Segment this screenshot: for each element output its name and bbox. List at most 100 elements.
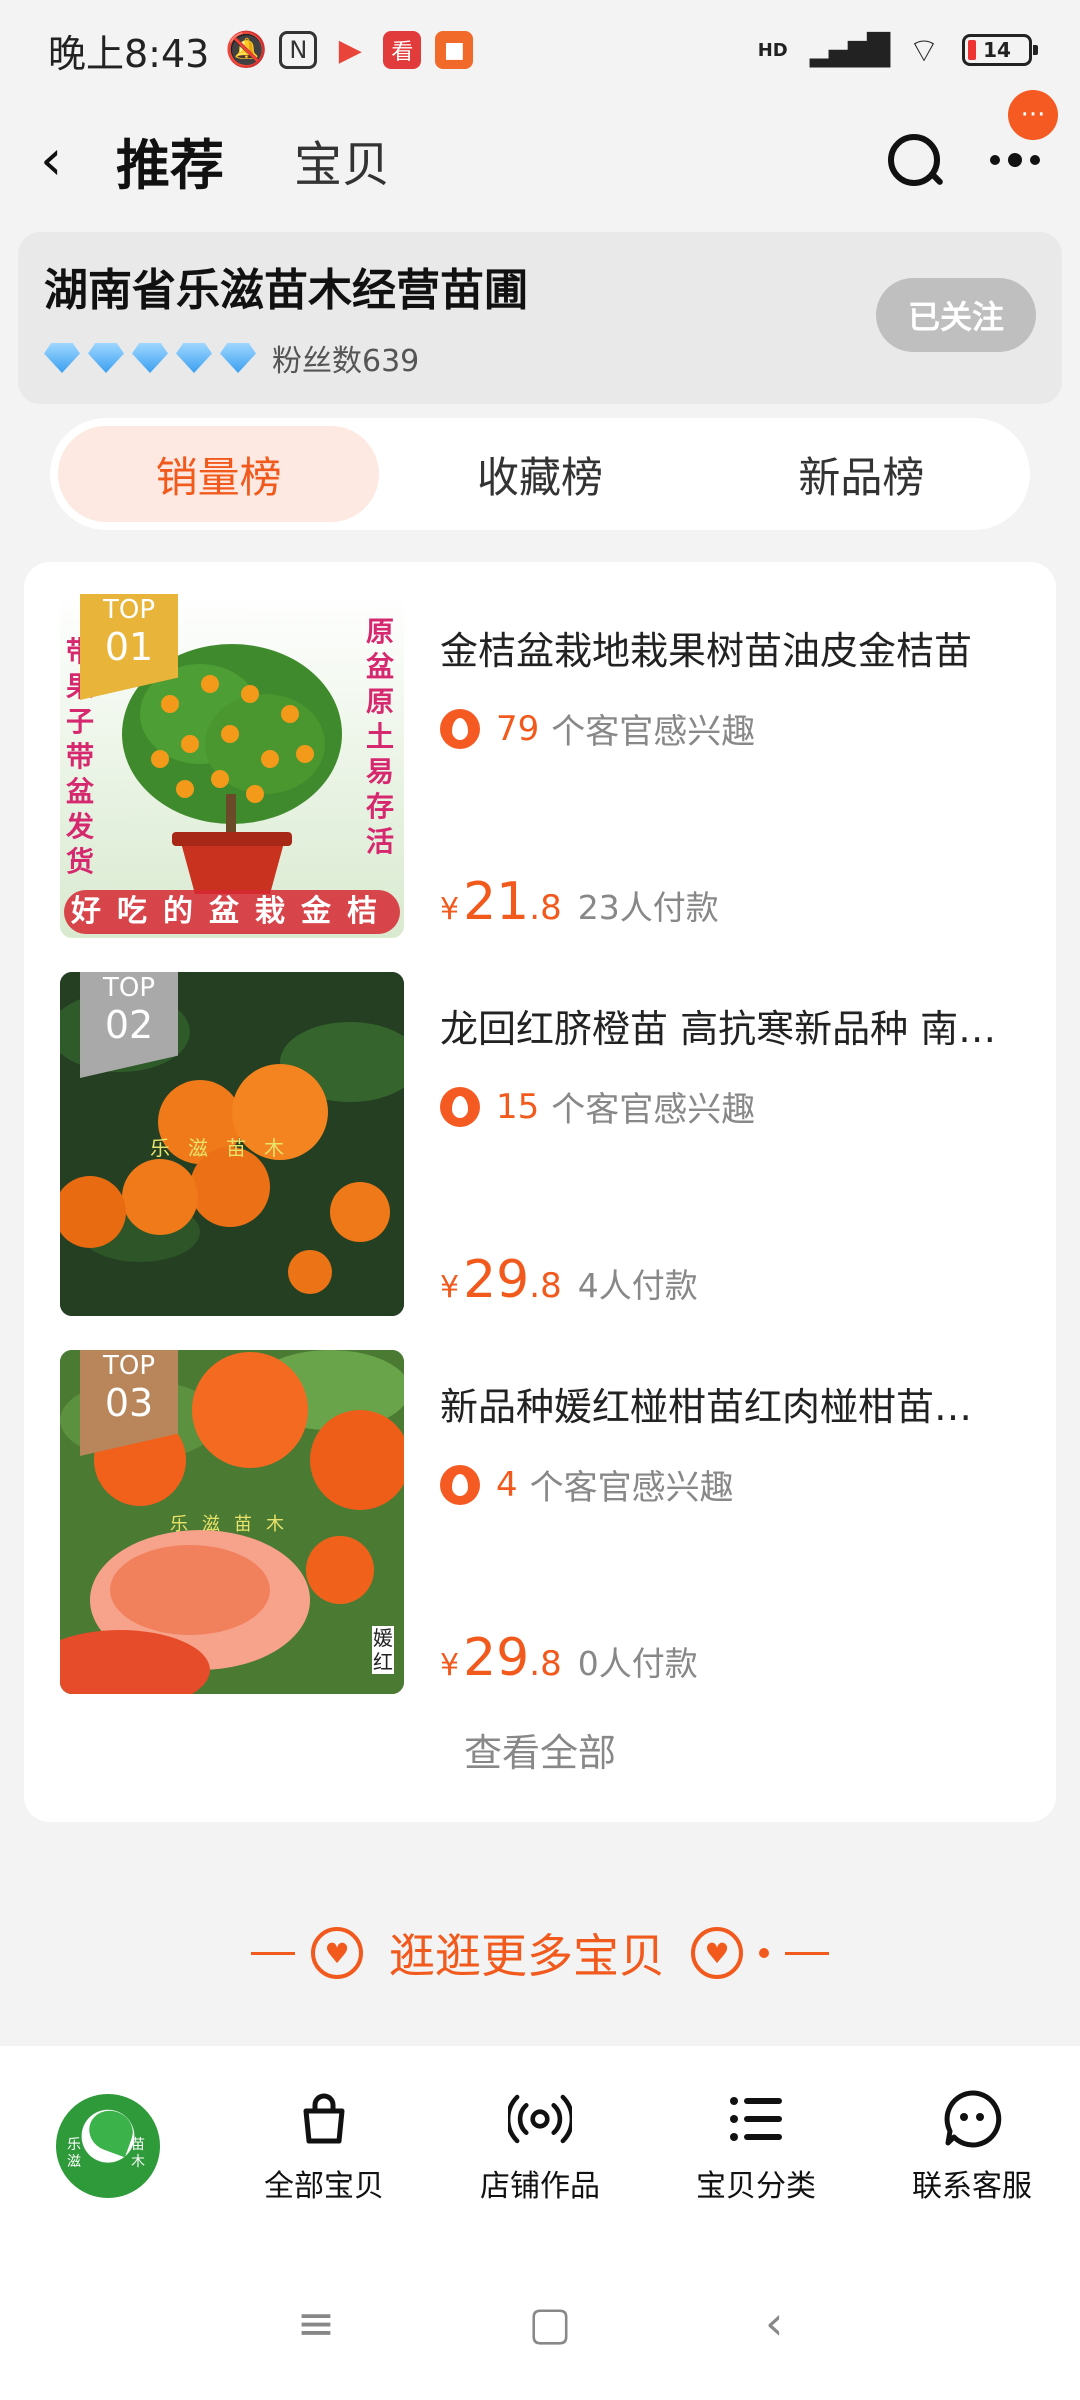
signal-icon: ▂▄▆█: [809, 32, 890, 68]
battery-level: 14: [983, 38, 1011, 62]
search-icon[interactable]: [888, 134, 940, 186]
interest-row: 15 个客官感兴趣: [440, 1082, 755, 1131]
chat-face-icon: [940, 2087, 1004, 2151]
logo-text-right: 苗木: [131, 2137, 145, 2170]
menu-icon[interactable]: ≡: [297, 2296, 336, 2350]
product-image[interactable]: 带果子带盆发货 原盆原土易存活 好吃的盆栽金桔 TOP 01: [60, 594, 404, 938]
divider-dot: [759, 1948, 769, 1958]
bottom-bar: 乐滋 苗木 全部宝贝 店铺作品 宝贝分类 联系客服 ≡ ▢ ‹: [0, 2046, 1080, 2400]
more-items-title: 逛逛更多宝贝: [389, 1929, 665, 1983]
battery-icon: 14: [962, 34, 1038, 66]
list-icon: [724, 2087, 788, 2151]
bottom-nav-label: 店铺作品: [480, 2169, 600, 2204]
tab-recommend[interactable]: 推荐: [116, 121, 224, 200]
status-right: HD ▂▄▆█ ⌔ 14: [757, 29, 1038, 72]
price-row: ¥ 29 .8 0人付款: [440, 1628, 698, 1688]
fire-icon: [440, 1086, 480, 1127]
divider-line: [785, 1951, 829, 1955]
product-image[interactable]: 乐滋苗木 媛红 TOP 03: [60, 1350, 404, 1694]
diamond-icon: [220, 343, 256, 373]
bottom-nav-all-items[interactable]: 全部宝贝: [216, 2087, 432, 2205]
rank-tag-top: TOP: [102, 1351, 156, 1381]
interest-text: 个客官感兴趣: [551, 712, 756, 752]
status-time: 晚上8:43: [48, 31, 210, 76]
rank-tag-number: 03: [104, 1380, 154, 1425]
product-title[interactable]: 新品种媛红椪柑苗红肉椪柑苗嫁接苗: [440, 1376, 1010, 1431]
news-icon: 看: [383, 31, 422, 69]
interest-text: 个客官感兴趣: [529, 1468, 734, 1508]
home-icon[interactable]: ▢: [528, 2296, 571, 2350]
back-arrow-icon[interactable]: ‹: [40, 128, 100, 193]
tab-favorites-rank[interactable]: 收藏榜: [379, 426, 700, 522]
status-bar: 晚上8:43 🔕 N ▶ 看 ■ HD ▂▄▆█ ⌔ 14: [0, 0, 1080, 100]
list-item[interactable]: 乐滋苗木 媛红 TOP 03 新品种媛红椪柑苗红肉椪柑苗嫁接苗 4 个客官感兴趣…: [60, 1350, 1020, 1696]
product-title[interactable]: 金桔盆栽地栽果树苗油皮金桔苗: [440, 620, 1010, 675]
rank-tag-top: TOP: [102, 973, 156, 1003]
play-icon: ▶: [338, 32, 362, 68]
image-watermark: 乐滋苗木: [150, 1136, 302, 1160]
tab-sales-rank[interactable]: 销量榜: [58, 426, 380, 522]
interest-count: 79: [496, 708, 540, 749]
bottom-nav-categories[interactable]: 宝贝分类: [648, 2087, 864, 2205]
price-currency: ¥: [440, 1270, 460, 1305]
mute-icon: 🔕: [225, 30, 268, 70]
price-integer: 21: [463, 872, 530, 932]
back-icon[interactable]: ‹: [765, 2296, 783, 2350]
follow-button[interactable]: 已关注: [876, 278, 1036, 352]
paid-count: 23人付款: [577, 888, 719, 927]
more-items-heading: ♥ 逛逛更多宝贝 ♥: [0, 1920, 1080, 1986]
shop-logo[interactable]: 乐滋 苗木: [0, 2094, 216, 2198]
list-item[interactable]: 带果子带盆发货 原盆原土易存活 好吃的盆栽金桔 TOP 01 金桔盆栽地栽果树苗…: [60, 594, 1020, 940]
broadcast-icon: [508, 2087, 572, 2151]
product-title[interactable]: 龙回红脐橙苗 高抗寒新品种 南北方种植: [440, 998, 1010, 1053]
fans-count: 粉丝数639: [272, 344, 420, 379]
app-icon: ■: [435, 31, 474, 69]
interest-row: 4 个客官感兴趣: [440, 1460, 734, 1509]
heart-icon: ♥: [691, 1927, 743, 1979]
shop-header[interactable]: 湖南省乐滋苗木经营苗圃 粉丝数639 已关注: [18, 232, 1062, 404]
bottom-nav-customer-service[interactable]: 联系客服: [864, 2087, 1080, 2205]
rank-tag-number: 02: [104, 1002, 154, 1047]
system-nav-bar: ≡ ▢ ‹: [0, 2246, 1080, 2400]
tab-items[interactable]: 宝贝: [294, 125, 390, 195]
paid-count: 0人付款: [577, 1644, 698, 1683]
image-watermark: 乐滋苗木: [170, 1514, 298, 1535]
status-app-icons: 🔕 N ▶ 看 ■: [225, 30, 474, 70]
price-decimal: .8: [529, 888, 562, 928]
price-decimal: .8: [529, 1644, 562, 1684]
shopping-bag-icon: [292, 2087, 356, 2151]
list-item[interactable]: 乐滋苗木 TOP 02 龙回红脐橙苗 高抗寒新品种 南北方种植 15 个客官感兴…: [60, 972, 1020, 1318]
divider-line: [251, 1951, 295, 1955]
fire-icon: [440, 1464, 480, 1505]
shop-logo-icon: 乐滋 苗木: [56, 2094, 160, 2198]
more-menu-icon[interactable]: [990, 153, 1040, 167]
price-currency: ¥: [440, 1648, 460, 1683]
image-side-text: 媛红: [372, 1626, 394, 1674]
network-label: HD: [757, 39, 788, 61]
bottom-nav-shop-works[interactable]: 店铺作品: [432, 2087, 648, 2205]
diamond-icon: [176, 343, 212, 373]
interest-count: 4: [496, 1464, 518, 1505]
image-banner: 好吃的盆栽金桔: [64, 890, 400, 934]
ranking-list-card: 带果子带盆发货 原盆原土易存活 好吃的盆栽金桔 TOP 01 金桔盆栽地栽果树苗…: [24, 562, 1056, 1822]
paid-count: 4人付款: [577, 1266, 698, 1305]
interest-text: 个客官感兴趣: [551, 1090, 756, 1130]
bottom-nav-label: 宝贝分类: [696, 2169, 816, 2204]
interest-count: 15: [496, 1086, 540, 1127]
logo-text-left: 乐滋: [67, 2137, 81, 2170]
nav-actions: ···: [888, 90, 1058, 186]
view-all-link[interactable]: 查看全部: [24, 1722, 1056, 1777]
price-currency: ¥: [440, 892, 460, 927]
price-row: ¥ 29 .8 4人付款: [440, 1250, 698, 1310]
tab-new-rank[interactable]: 新品榜: [701, 426, 1022, 522]
price-row: ¥ 21 .8 23人付款: [440, 872, 719, 932]
product-image[interactable]: 乐滋苗木 TOP 02: [60, 972, 404, 1316]
top-nav: ‹ 推荐 宝贝 ···: [0, 90, 1080, 220]
interest-row: 79 个客官感兴趣: [440, 704, 755, 753]
ranking-tabs: 销量榜 收藏榜 新品榜: [50, 418, 1030, 530]
notification-badge[interactable]: ···: [1008, 90, 1058, 140]
heart-icon: ♥: [311, 1927, 363, 1979]
image-caption-right: 原盆原土易存活: [366, 615, 395, 858]
nfc-icon: N: [279, 31, 318, 69]
price-decimal: .8: [529, 1266, 562, 1306]
